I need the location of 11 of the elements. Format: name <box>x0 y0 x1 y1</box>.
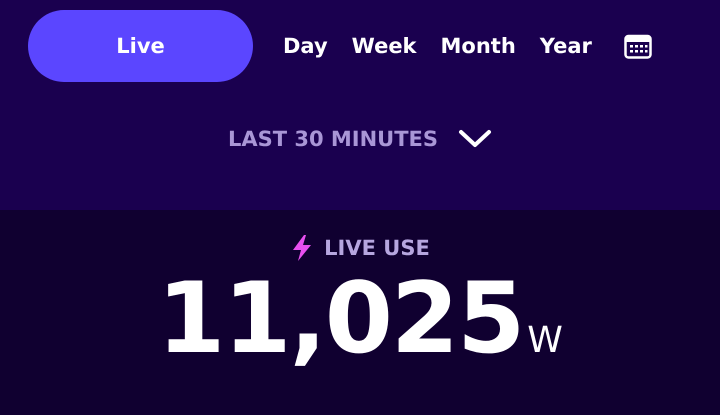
period-tab[interactable]: Month <box>428 10 528 82</box>
period-tab[interactable]: Day <box>271 10 340 82</box>
range-dropdown[interactable]: LAST 30 MINUTES <box>222 126 498 152</box>
chevron-down-icon <box>458 129 492 149</box>
power-unit: W <box>527 320 563 361</box>
period-tab[interactable]: Live <box>28 10 253 82</box>
calendar-icon[interactable] <box>624 33 652 59</box>
period-tab[interactable]: Week <box>340 10 429 82</box>
period-tab[interactable]: Year <box>528 10 604 82</box>
power-value: 11,025 <box>157 266 524 374</box>
live-use-label: LIVE USE <box>324 236 430 260</box>
